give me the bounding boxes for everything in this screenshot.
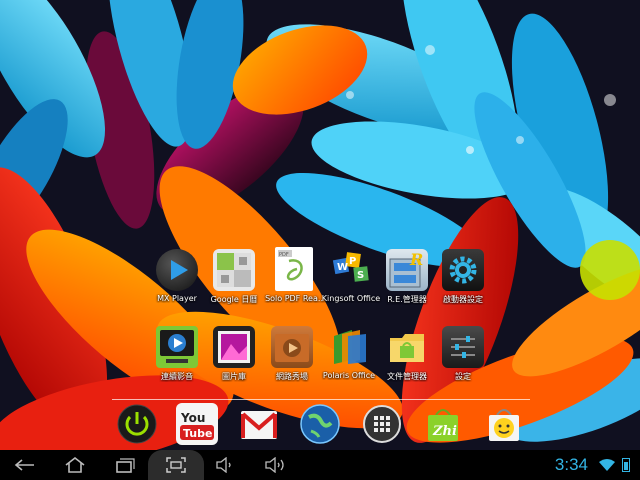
recent-apps-icon [116,458,135,473]
browser-globe-icon[interactable] [299,403,341,445]
polaris-office-icon [328,326,370,368]
back-icon [14,459,34,471]
volume-down-button[interactable] [200,450,250,480]
status-clock: 3:34 [554,455,588,474]
video-player-icon [156,326,198,368]
home-button[interactable] [50,450,100,480]
kingsoft-office-icon: W P S [330,249,372,291]
mx-player-icon [156,249,198,291]
web-video-icon [271,326,313,368]
flower-wallpaper-image [0,0,640,450]
app-settings[interactable]: 設定 [427,326,499,382]
back-button[interactable] [0,450,50,480]
volume-up-icon [265,457,284,473]
svg-text:Zhi: Zhi [432,424,457,439]
svg-text:S: S [357,270,364,281]
app-label: 啟動器設定 [443,295,483,304]
svg-text:R: R [409,250,423,269]
app-launcher-settings[interactable]: 啟動器設定 [427,249,499,305]
google-calendar-icon [213,249,255,291]
solo-pdf-icon: PDF [275,247,313,291]
launcher-settings-icon [442,249,484,291]
wallpaper [0,0,640,450]
system-navigation-bar: 3:34 [0,450,640,480]
svg-text:P: P [349,256,356,267]
svg-text:Tube: Tube [183,427,212,440]
gallery-icon [213,326,255,368]
re-manager-icon: R [386,249,428,291]
wifi-icon [598,457,616,476]
power-icon[interactable] [116,403,158,445]
zhi-store-icon[interactable]: Zhi [422,403,464,445]
volume-down-icon [216,457,231,473]
svg-text:You: You [180,411,205,425]
smiley-shop-icon[interactable] [483,403,525,445]
settings-icon [442,326,484,368]
screenshot-button[interactable] [148,450,204,480]
home-icon [65,457,85,473]
screenshot-icon [166,457,186,473]
dock-divider [112,399,530,400]
svg-text:W: W [337,262,348,273]
svg-text:PDF: PDF [279,252,289,258]
file-manager-icon [386,326,428,368]
gmail-icon[interactable] [238,403,280,445]
youtube-icon[interactable]: You Tube [176,403,218,445]
volume-up-button[interactable] [250,450,300,480]
battery-icon [622,458,630,472]
recent-apps-button[interactable] [100,450,150,480]
app-drawer-icon[interactable] [361,403,403,445]
app-label: 設定 [455,372,471,381]
